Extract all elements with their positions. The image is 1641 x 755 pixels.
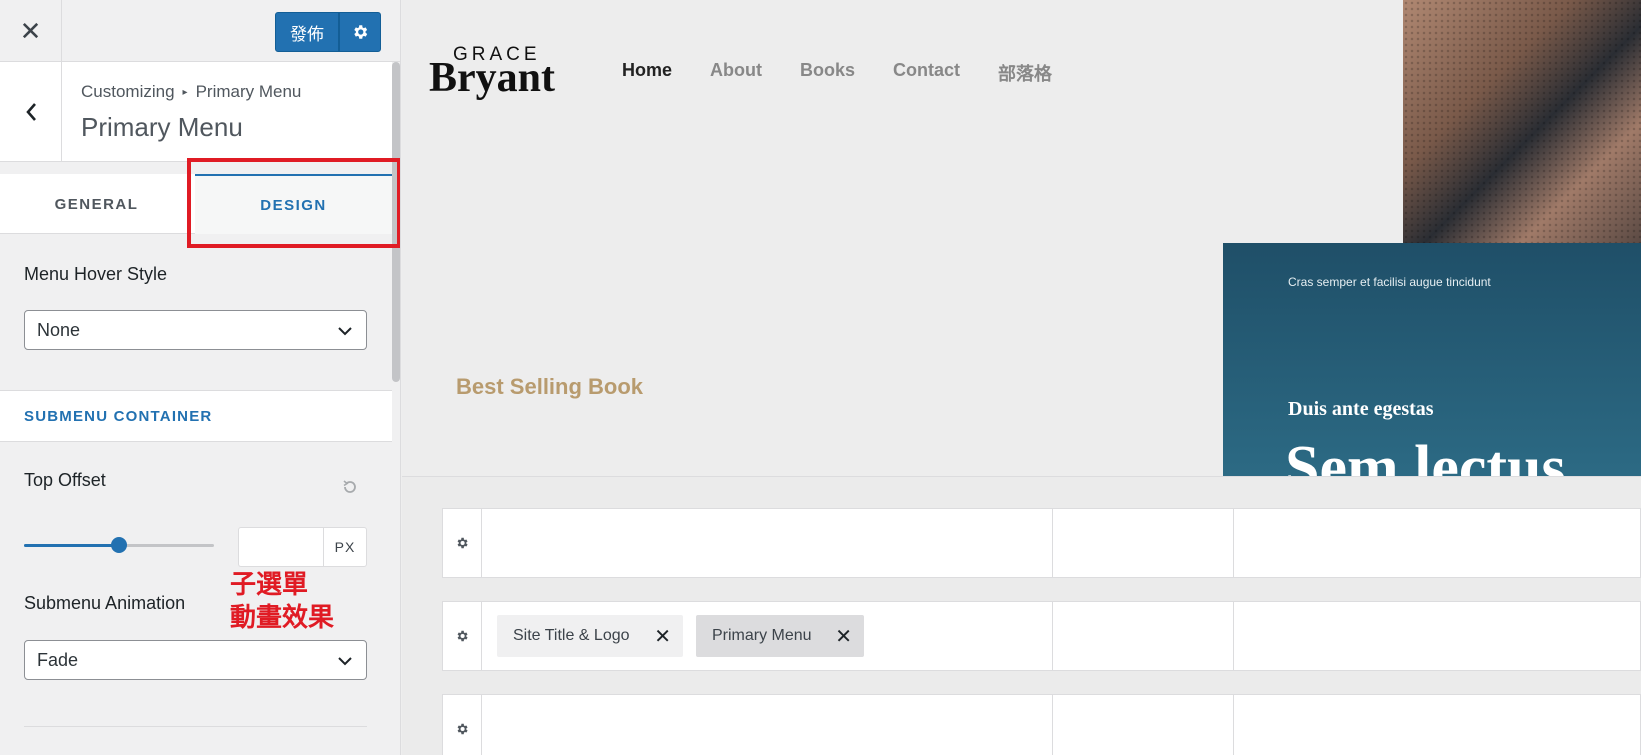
- nav-item-blog[interactable]: 部落格: [998, 60, 1052, 86]
- tab-general[interactable]: GENERAL: [0, 174, 193, 234]
- divider: [24, 726, 367, 727]
- decorative-artwork: [1403, 0, 1641, 243]
- book-cover: Cras semper et facilisi augue tincidunt …: [1223, 243, 1641, 476]
- close-icon: ✕: [19, 15, 42, 46]
- chip-label: Site Title & Logo: [513, 627, 630, 644]
- chevron-left-icon: [25, 103, 36, 121]
- remove-icon[interactable]: ✕: [654, 624, 671, 649]
- customizer-topbar: ✕ 發佈: [0, 0, 400, 62]
- top-offset-slider[interactable]: [24, 537, 214, 553]
- annotation-line-1: 子選單: [230, 569, 309, 599]
- nav-item-books[interactable]: Books: [800, 60, 855, 86]
- chip-label: Primary Menu: [712, 627, 812, 644]
- top-offset-unit[interactable]: PX: [323, 527, 367, 567]
- menu-hover-style-value: None: [37, 319, 81, 340]
- submenu-animation-value: Fade: [37, 649, 79, 670]
- slider-fill: [24, 544, 119, 547]
- section-header: Customizing ▸ Primary Menu Primary Menu: [0, 62, 392, 162]
- chevron-down-icon: [338, 657, 352, 666]
- primary-menu: Home About Books Contact 部落格: [622, 60, 1052, 86]
- header-builder: Site Title & Logo ✕ Primary Menu ✕: [402, 476, 1641, 755]
- annotation-note: 子選單 動畫效果: [230, 568, 334, 634]
- breadcrumb: Customizing ▸ Primary Menu: [81, 82, 301, 102]
- submenu-animation-select[interactable]: Fade: [24, 640, 367, 680]
- builder-row-top[interactable]: [442, 508, 1641, 578]
- row-settings-button[interactable]: [443, 509, 482, 577]
- breadcrumb-separator-icon: ▸: [182, 87, 188, 98]
- slider-thumb[interactable]: [111, 537, 127, 553]
- row-settings-button[interactable]: [443, 695, 482, 755]
- publish-group: 發佈: [275, 12, 381, 52]
- primary-menu-chip[interactable]: Primary Menu ✕: [696, 615, 864, 657]
- gear-icon: [457, 630, 468, 642]
- annotation-line-2: 動畫效果: [230, 602, 335, 632]
- customizer-panel: ✕ 發佈 Customizing ▸ Primary Menu Primary Me…: [0, 0, 401, 755]
- nav-item-home[interactable]: Home: [622, 60, 672, 86]
- submenu-animation-label: Submenu Animation: [24, 593, 186, 613]
- publish-button[interactable]: 發佈: [275, 12, 339, 52]
- book-tagline: Cras semper et facilisi augue tincidunt: [1288, 275, 1491, 289]
- nav-item-about[interactable]: About: [710, 60, 762, 86]
- reset-icon[interactable]: [342, 479, 358, 500]
- close-customizer-button[interactable]: ✕: [0, 0, 62, 62]
- remove-icon[interactable]: ✕: [835, 624, 852, 649]
- book-subtitle: Duis ante egestas: [1288, 398, 1434, 420]
- top-offset-input[interactable]: [238, 527, 323, 567]
- highlight-annotation-box: [187, 158, 400, 248]
- builder-row-main[interactable]: Site Title & Logo ✕ Primary Menu ✕: [442, 601, 1641, 671]
- gear-icon: [354, 25, 368, 39]
- top-offset-label: Top Offset: [24, 470, 106, 490]
- gear-icon: [457, 537, 468, 549]
- chevron-down-icon: [338, 327, 352, 336]
- menu-hover-style-select[interactable]: None: [24, 310, 367, 350]
- site-logo[interactable]: Bryant: [429, 54, 555, 102]
- hero-label: Best Selling Book: [456, 374, 644, 399]
- back-button[interactable]: [0, 62, 62, 162]
- gear-icon: [457, 723, 468, 735]
- submenu-container-heading: SUBMENU CONTAINER: [0, 390, 392, 442]
- site-title-logo-chip[interactable]: Site Title & Logo ✕: [497, 615, 683, 657]
- publish-settings-button[interactable]: [339, 12, 381, 52]
- builder-row-bottom[interactable]: [442, 694, 1641, 755]
- panel-title: Primary Menu: [81, 112, 243, 142]
- row-settings-button[interactable]: [443, 602, 482, 670]
- site-preview: GRACE Bryant Home About Books Contact 部落…: [402, 0, 1641, 476]
- menu-hover-style-label: Menu Hover Style: [24, 264, 168, 284]
- nav-item-contact[interactable]: Contact: [893, 60, 960, 86]
- book-title: Sem lectus: [1285, 434, 1566, 476]
- breadcrumb-root: Customizing: [81, 82, 175, 101]
- breadcrumb-current: Primary Menu: [195, 82, 302, 101]
